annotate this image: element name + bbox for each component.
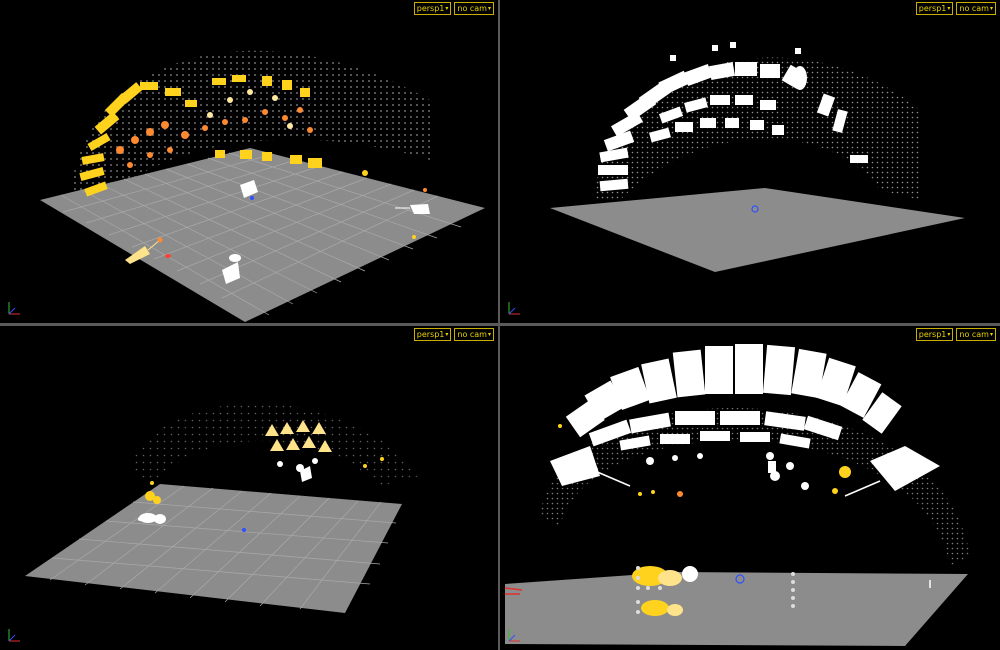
chevron-down-icon: ▾	[445, 4, 449, 12]
camera-menu-label: persp1	[416, 3, 445, 13]
viewport-menu-bar: persp1 ▾ no cam ▾	[915, 328, 996, 341]
viewport-menu-bar: persp1 ▾ no cam ▾	[915, 2, 996, 15]
camera-menu-button[interactable]: persp1 ▾	[915, 2, 954, 15]
cam-menu-button[interactable]: no cam ▾	[956, 328, 996, 341]
camera-menu-button[interactable]: persp1 ▾	[915, 328, 954, 341]
camera-menu-label: persp1	[918, 329, 947, 339]
cam-menu-button[interactable]: no cam ▾	[956, 2, 996, 15]
grid-plane	[25, 484, 402, 613]
chevron-down-icon: ▾	[445, 330, 449, 338]
axis-gizmo-icon	[8, 302, 20, 315]
scene-render[interactable]	[500, 0, 1000, 323]
chevron-down-icon: ▾	[947, 330, 951, 338]
viewport-menu-bar: persp1 ▾ no cam ▾	[413, 328, 494, 341]
scene-render[interactable]	[500, 326, 1000, 650]
grid-plane	[505, 572, 968, 646]
cam-menu-label: no cam	[959, 329, 989, 339]
viewport-bottom-left[interactable]: persp1 ▾ no cam ▾	[0, 326, 498, 650]
cam-menu-label: no cam	[457, 329, 487, 339]
chevron-down-icon: ▾	[989, 330, 993, 338]
chevron-down-icon: ▾	[487, 330, 491, 338]
cam-menu-label: no cam	[959, 3, 989, 13]
chevron-down-icon: ▾	[487, 4, 491, 12]
scene-render[interactable]	[0, 326, 498, 650]
viewport-top-left[interactable]: persp1 ▾ no cam ▾	[0, 0, 498, 323]
cam-menu-button[interactable]: no cam ▾	[454, 328, 494, 341]
light-rig-arc	[550, 344, 940, 497]
cam-menu-label: no cam	[457, 3, 487, 13]
camera-menu-button[interactable]: persp1 ▾	[413, 328, 452, 341]
axis-gizmo-icon	[8, 629, 20, 642]
camera-menu-label: persp1	[416, 329, 445, 339]
viewport-top-right[interactable]: persp1 ▾ no cam ▾	[500, 0, 1000, 323]
viewport-menu-bar: persp1 ▾ no cam ▾	[413, 2, 494, 15]
camera-menu-button[interactable]: persp1 ▾	[413, 2, 452, 15]
axis-gizmo-icon	[508, 629, 520, 642]
scene-render[interactable]	[0, 0, 498, 323]
cam-menu-button[interactable]: no cam ▾	[454, 2, 494, 15]
axis-gizmo-icon	[508, 302, 520, 315]
chevron-down-icon: ▾	[989, 4, 993, 12]
camera-menu-label: persp1	[918, 3, 947, 13]
chevron-down-icon: ▾	[947, 4, 951, 12]
grid-plane	[550, 188, 965, 272]
viewport-bottom-right[interactable]: persp1 ▾ no cam ▾	[500, 326, 1000, 650]
